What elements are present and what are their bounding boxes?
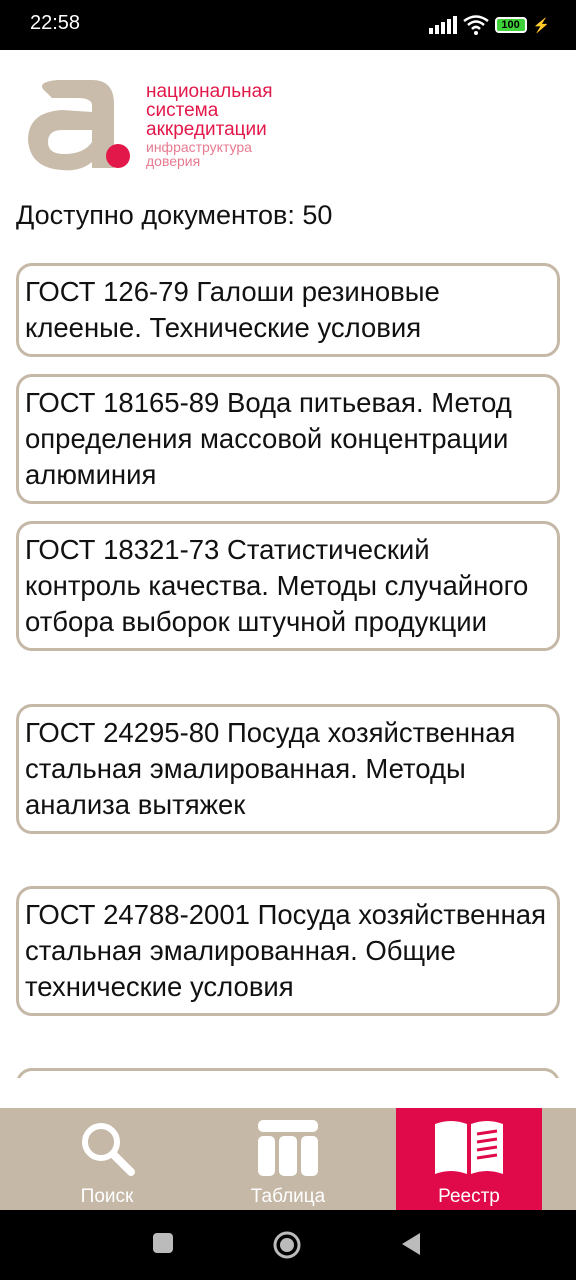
document-card[interactable]: ГОСТ 18321-73 Статистический контроль ка… bbox=[16, 521, 560, 651]
battery-icon: 100 bbox=[494, 17, 527, 33]
nav-table[interactable]: Таблица bbox=[215, 1108, 361, 1210]
system-navigation-bar bbox=[0, 1210, 576, 1280]
document-title: ГОСТ 18165-89 Вода питьевая. Метод опред… bbox=[25, 387, 512, 490]
document-title: ГОСТ 126-79 Галоши резиновые клееные. Те… bbox=[25, 276, 440, 343]
status-icons: 100 ⚡ bbox=[428, 12, 550, 38]
book-icon bbox=[435, 1121, 503, 1174]
logo-tagline: инфраструктура доверия bbox=[146, 139, 252, 169]
document-card[interactable]: ГОСТ 24788-2001 Посуда хозяйственная ста… bbox=[16, 886, 560, 1016]
back-button[interactable] bbox=[400, 1232, 422, 1256]
status-bar: 22:58 100 ⚡ bbox=[0, 0, 576, 50]
bottom-navigation: Поиск Таблица Реестр bbox=[0, 1108, 576, 1210]
document-card[interactable]: ГОСТ 24295-80 Посуда хозяйственная сталь… bbox=[16, 704, 560, 834]
home-button[interactable] bbox=[272, 1230, 302, 1260]
nav-table-label: Таблица bbox=[250, 1186, 326, 1207]
document-card-partial[interactable] bbox=[16, 1068, 560, 1078]
document-title: ГОСТ 24295-80 Посуда хозяйственная сталь… bbox=[25, 717, 516, 820]
document-title: ГОСТ 24788-2001 Посуда хозяйственная ста… bbox=[25, 899, 546, 1002]
nav-registry[interactable]: Реестр bbox=[396, 1108, 542, 1210]
signal-icon bbox=[428, 16, 457, 34]
document-title: ГОСТ 18321-73 Статистический контроль ка… bbox=[25, 534, 529, 637]
search-icon bbox=[82, 1123, 135, 1176]
wifi-icon bbox=[462, 15, 489, 35]
nav-search[interactable]: Поиск bbox=[34, 1108, 180, 1210]
nav-registry-label: Реестр bbox=[438, 1186, 500, 1207]
document-card[interactable]: ГОСТ 18165-89 Вода питьевая. Метод опред… bbox=[16, 374, 560, 504]
logo-title: национальная система аккредитации bbox=[146, 81, 273, 140]
document-count: Доступно документов: 50 bbox=[16, 200, 333, 230]
table-icon bbox=[258, 1120, 318, 1176]
document-card[interactable]: ГОСТ 126-79 Галоши резиновые клееные. Те… bbox=[16, 263, 560, 357]
charging-icon: ⚡ bbox=[532, 16, 550, 33]
recents-button[interactable] bbox=[152, 1232, 174, 1254]
nav-search-label: Поиск bbox=[80, 1186, 134, 1207]
document-list[interactable]: ГОСТ 126-79 Галоши резиновые клееные. Те… bbox=[0, 250, 576, 1078]
status-time: 22:58 bbox=[30, 12, 81, 34]
